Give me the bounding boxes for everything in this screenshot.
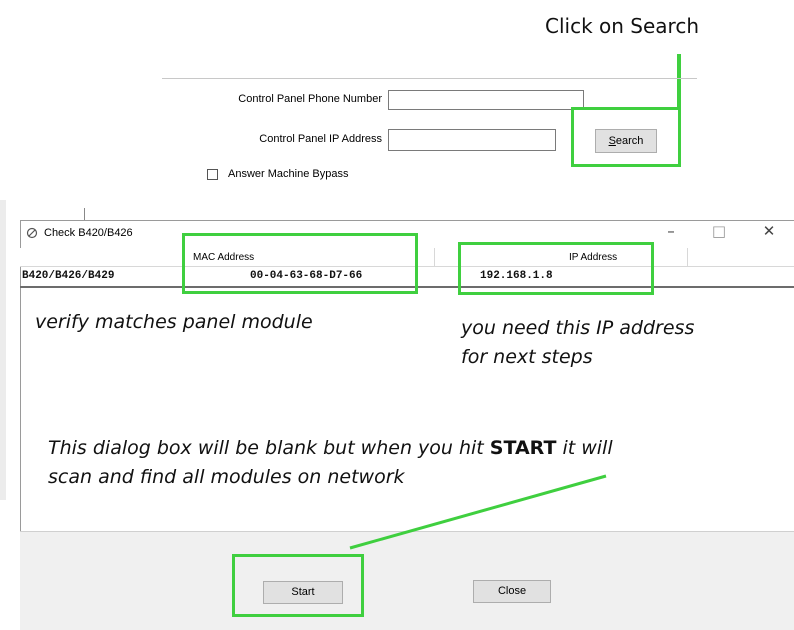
start-connector-line [349,474,607,550]
